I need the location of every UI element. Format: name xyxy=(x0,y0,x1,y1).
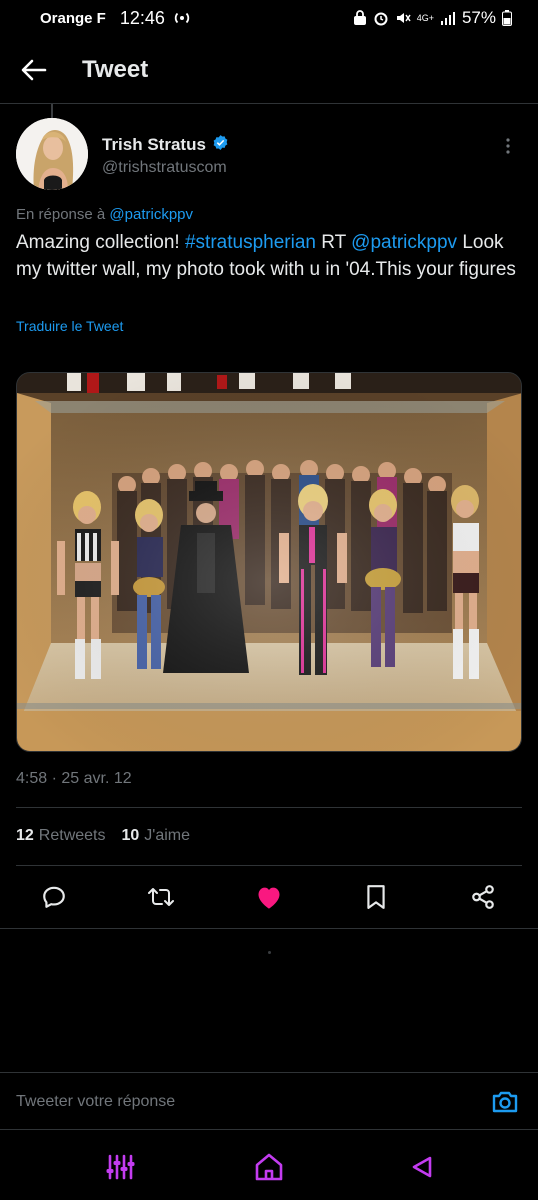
reply-composer xyxy=(0,1072,538,1130)
more-options-button[interactable] xyxy=(496,134,520,158)
verified-badge-icon xyxy=(212,134,229,156)
likes-label: J'aime xyxy=(144,827,191,844)
camera-button[interactable] xyxy=(490,1087,520,1117)
tweet-author: Trish Stratus @trishstratuscom xyxy=(16,118,522,198)
lock-icon xyxy=(353,10,367,26)
camera-icon xyxy=(492,1091,518,1113)
reply-mention-link[interactable]: @patrickppv xyxy=(109,206,193,223)
retweets-label: Retweets xyxy=(38,827,106,844)
back-nav-button[interactable] xyxy=(406,1151,438,1183)
likes-stat[interactable]: 10 J'aime xyxy=(122,827,191,845)
status-bar: Orange F 12:46 4G+ 57% xyxy=(0,0,538,36)
hotspot-icon xyxy=(173,11,191,25)
author-handle[interactable]: @trishstratuscom xyxy=(102,159,229,177)
share-button[interactable] xyxy=(468,882,498,912)
signal-icon xyxy=(440,11,456,25)
reply-button[interactable] xyxy=(39,882,69,912)
likes-count: 10 xyxy=(121,827,140,844)
reply-prefix: En réponse à xyxy=(16,206,106,223)
clock: 12:46 xyxy=(119,7,165,28)
author-name[interactable]: Trish Stratus xyxy=(102,135,206,155)
avatar[interactable] xyxy=(16,118,88,190)
tweet-text-part: Amazing collection! xyxy=(16,232,180,253)
recent-apps-button[interactable] xyxy=(104,1151,136,1183)
battery-level: 57% xyxy=(461,8,496,27)
reply-icon xyxy=(43,886,65,908)
loading-indicator xyxy=(268,951,271,954)
battery-icon xyxy=(502,10,512,26)
network-type-label: 4G+ xyxy=(416,12,434,23)
reply-context: En réponse à @patrickppv xyxy=(16,206,193,223)
tweet-text: Amazing collection! #stratuspherian RT @… xyxy=(16,230,522,283)
tweet-stats: 12 Retweets 10 J'aime xyxy=(16,827,190,845)
retweets-stat[interactable]: 12 Retweets xyxy=(16,827,106,845)
tweet-photo[interactable] xyxy=(16,372,522,752)
retweet-button[interactable] xyxy=(146,882,176,912)
like-button[interactable] xyxy=(254,882,284,912)
translate-link[interactable]: Traduire le Tweet xyxy=(16,318,123,334)
sliders-icon xyxy=(106,1154,135,1180)
alarm-icon xyxy=(373,10,389,26)
home-icon xyxy=(255,1153,283,1181)
home-button[interactable] xyxy=(253,1151,285,1183)
page-title: Tweet xyxy=(82,55,149,83)
retweets-count: 12 xyxy=(16,827,34,844)
mention-link[interactable]: @patrickppv xyxy=(351,232,457,253)
tweet-actions xyxy=(0,876,538,918)
tweet-timestamp: 4:58 · 25 avr. 12 xyxy=(16,770,132,787)
tweet-text-part: RT xyxy=(321,232,346,253)
network-type-icon: 4G+ xyxy=(416,12,434,23)
carrier-label: Orange F xyxy=(40,9,106,27)
heart-icon xyxy=(258,887,280,909)
hashtag-link[interactable]: #stratuspherian xyxy=(185,232,316,253)
bookmark-button[interactable] xyxy=(361,882,391,912)
system-navigation-bar xyxy=(0,1131,538,1200)
divider xyxy=(0,928,538,929)
divider xyxy=(16,807,522,808)
more-vertical-icon xyxy=(506,138,510,154)
divider xyxy=(16,865,522,866)
retweet-icon xyxy=(148,888,174,906)
reply-input[interactable] xyxy=(16,1087,446,1117)
back-button[interactable] xyxy=(0,36,74,104)
thread-connector xyxy=(51,104,53,118)
arrow-left-icon xyxy=(21,59,47,80)
top-app-bar: Tweet xyxy=(0,36,538,104)
mute-icon xyxy=(395,10,411,26)
triangle-back-icon xyxy=(412,1156,432,1178)
share-icon xyxy=(472,885,494,909)
bookmark-icon xyxy=(367,885,385,909)
